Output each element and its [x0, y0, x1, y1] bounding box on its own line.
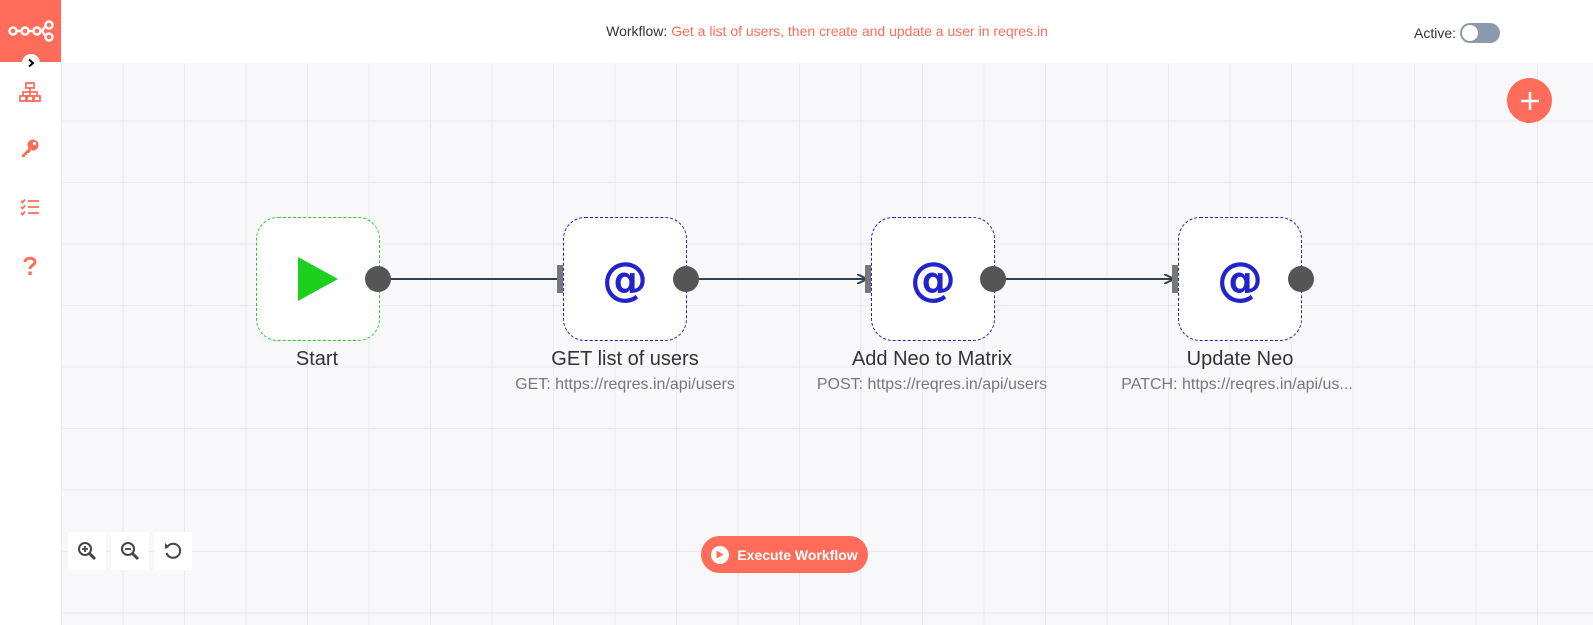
sidebar: [0, 0, 61, 625]
reset-zoom-button[interactable]: [154, 532, 192, 570]
network-icon: [19, 82, 41, 102]
output-connector-start[interactable]: [365, 266, 391, 292]
output-connector-add[interactable]: [980, 266, 1006, 292]
sidebar-item-workflows[interactable]: [16, 78, 44, 106]
sidebar-item-credentials[interactable]: [16, 134, 44, 162]
add-node-button[interactable]: [1507, 78, 1552, 123]
execute-workflow-label: Execute Workflow: [737, 546, 858, 563]
list-icon: [20, 198, 39, 216]
undo-icon: [165, 542, 182, 559]
output-connector-get[interactable]: [673, 266, 699, 292]
play-circle-icon: [711, 545, 730, 564]
output-connector-update[interactable]: [1288, 266, 1314, 292]
sidebar-item-help[interactable]: [16, 252, 44, 280]
chevron-right-icon: [28, 58, 35, 68]
help-icon: [23, 256, 37, 275]
zoom-in-icon: [78, 542, 97, 561]
zoom-out-icon: [121, 542, 140, 561]
expand-sidebar-button[interactable]: [22, 54, 40, 72]
zoom-in-button[interactable]: [68, 532, 106, 570]
key-icon: [22, 139, 39, 157]
n8n-logo-icon: [7, 20, 54, 42]
plus-icon: [1520, 91, 1539, 110]
sidebar-item-executions[interactable]: [16, 193, 44, 221]
n8n-logo[interactable]: [0, 0, 61, 62]
execute-workflow-button[interactable]: Execute Workflow: [701, 536, 868, 573]
output-connectors-layer: [365, 266, 1314, 292]
zoom-out-button[interactable]: [111, 532, 149, 570]
